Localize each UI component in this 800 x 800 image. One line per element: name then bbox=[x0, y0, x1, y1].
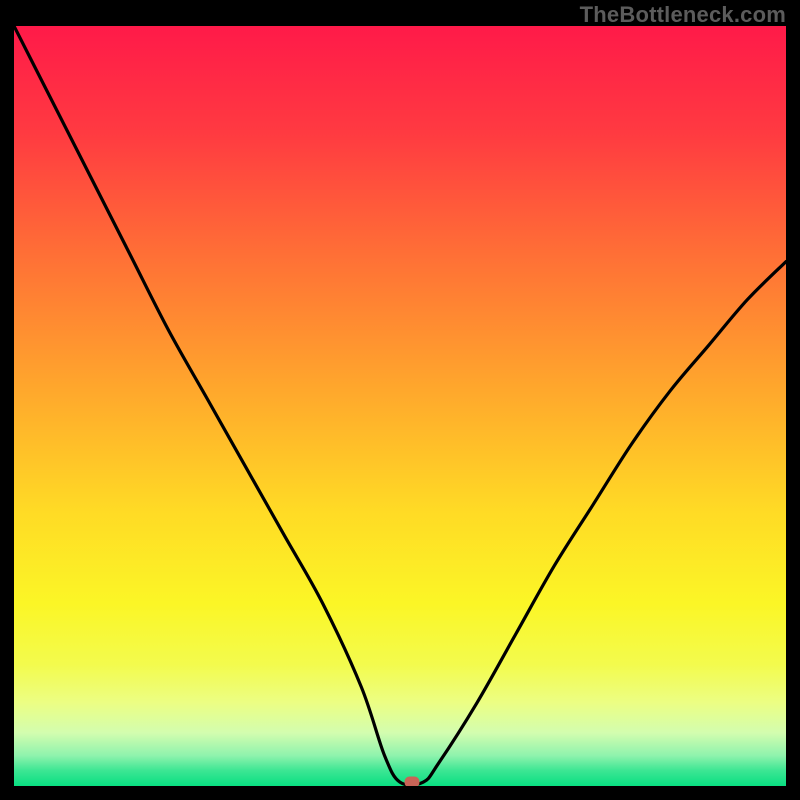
bottleneck-curve bbox=[14, 26, 786, 785]
plot-area bbox=[14, 26, 786, 786]
curve-layer bbox=[14, 26, 786, 786]
optimal-point-marker bbox=[404, 777, 419, 786]
watermark-text: TheBottleneck.com bbox=[580, 2, 786, 28]
